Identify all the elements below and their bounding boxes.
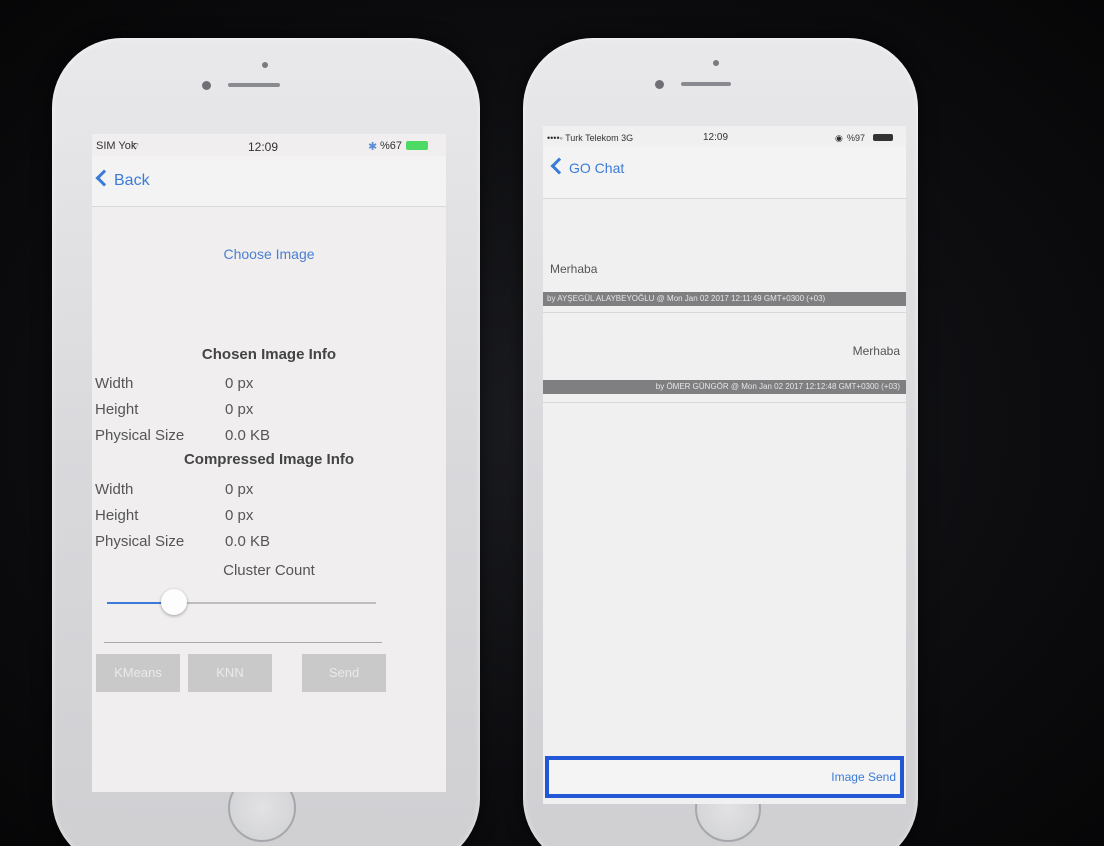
front-camera <box>655 80 664 89</box>
right-phone: ••••◦ Turk Telekom 3G 12:09 ◉ %97 GO Cha… <box>523 38 918 846</box>
row-value: 0 px <box>225 481 254 498</box>
compressed-size-row: Physical Size 0.0 KB <box>95 533 270 550</box>
row-label: Height <box>95 401 139 418</box>
row-value: 0 px <box>225 507 254 524</box>
status-bar: SIM Yok ⌔ 12:09 ✱ %67 <box>92 134 446 156</box>
message-meta: by AYŞEGÜL ALAYBEYOĞLU @ Mon Jan 02 2017… <box>543 292 906 306</box>
battery-icon <box>873 134 893 141</box>
row-label: Width <box>95 481 134 498</box>
choose-image-button[interactable]: Choose Image <box>92 246 446 262</box>
message-text: Merhaba <box>550 262 598 276</box>
message-input[interactable] <box>553 764 817 792</box>
nav-bar: GO Chat <box>543 146 906 199</box>
chosen-height-row: Height 0 px <box>95 401 253 418</box>
chevron-left-icon <box>95 169 113 187</box>
front-camera <box>202 81 211 90</box>
cluster-count-label: Cluster Count <box>223 562 315 579</box>
wifi-icon: ⌔ <box>130 141 141 153</box>
chevron-left-icon <box>550 157 568 175</box>
earpiece-speaker <box>681 82 731 86</box>
compressed-info-title: Compressed Image Info <box>183 451 355 468</box>
row-label: Physical Size <box>95 533 185 550</box>
kmeans-button[interactable]: KMeans <box>96 654 180 692</box>
send-button[interactable]: Send <box>302 654 386 692</box>
status-time: 12:09 <box>248 140 279 154</box>
compressed-height-row: Height 0 px <box>95 507 253 524</box>
chosen-info-title: Chosen Image Info <box>201 346 337 363</box>
right-screen: ••••◦ Turk Telekom 3G 12:09 ◉ %97 GO Cha… <box>543 126 906 804</box>
status-bar: ••••◦ Turk Telekom 3G 12:09 ◉ %97 <box>543 126 906 148</box>
chosen-size-row: Physical Size 0.0 KB <box>95 427 270 444</box>
proximity-sensor <box>713 60 719 66</box>
back-label: GO Chat <box>569 160 625 176</box>
battery-icon <box>406 141 428 150</box>
knn-button[interactable]: KNN <box>188 654 272 692</box>
message-meta: by ÖMER GÜNGÖR @ Mon Jan 02 2017 12:12:4… <box>543 380 906 394</box>
alarm-icon: ◉ <box>835 133 843 143</box>
separator <box>543 312 906 313</box>
back-button[interactable]: Back <box>95 169 150 190</box>
carrier-label: ••••◦ Turk Telekom 3G <box>547 133 634 143</box>
message-input-bar: Image Send <box>545 756 904 798</box>
image-send-button[interactable]: Image Send <box>831 770 896 784</box>
left-screen: SIM Yok ⌔ 12:09 ✱ %67 Back Choose Image … <box>92 134 446 792</box>
row-label: Height <box>95 507 139 524</box>
battery-percent: %97 <box>847 133 866 143</box>
back-button[interactable]: GO Chat <box>550 157 625 176</box>
left-phone: SIM Yok ⌔ 12:09 ✱ %67 Back Choose Image … <box>52 38 480 846</box>
row-value: 0.0 KB <box>225 427 271 444</box>
row-value: 0 px <box>225 401 254 418</box>
chosen-width-row: Width 0 px <box>95 375 253 392</box>
cluster-count-slider[interactable] <box>107 589 376 615</box>
earpiece-speaker <box>228 83 280 87</box>
battery-percent: %67 <box>380 140 403 152</box>
row-value: 0.0 KB <box>225 533 271 550</box>
row-label: Width <box>95 375 134 392</box>
proximity-sensor <box>262 62 268 68</box>
message-text: Merhaba <box>852 344 900 358</box>
slider-thumb[interactable] <box>161 589 187 615</box>
nav-bar: Back <box>92 156 446 207</box>
photo-background: SIM Yok ⌔ 12:09 ✱ %67 Back Choose Image … <box>0 0 1104 846</box>
separator <box>543 402 906 403</box>
divider <box>104 642 382 643</box>
bluetooth-icon: ✱ <box>368 141 378 153</box>
status-time: 12:09 <box>703 132 729 143</box>
row-label: Physical Size <box>95 427 185 444</box>
row-value: 0 px <box>225 375 254 392</box>
compressed-width-row: Width 0 px <box>95 481 253 498</box>
back-label: Back <box>114 172 150 189</box>
